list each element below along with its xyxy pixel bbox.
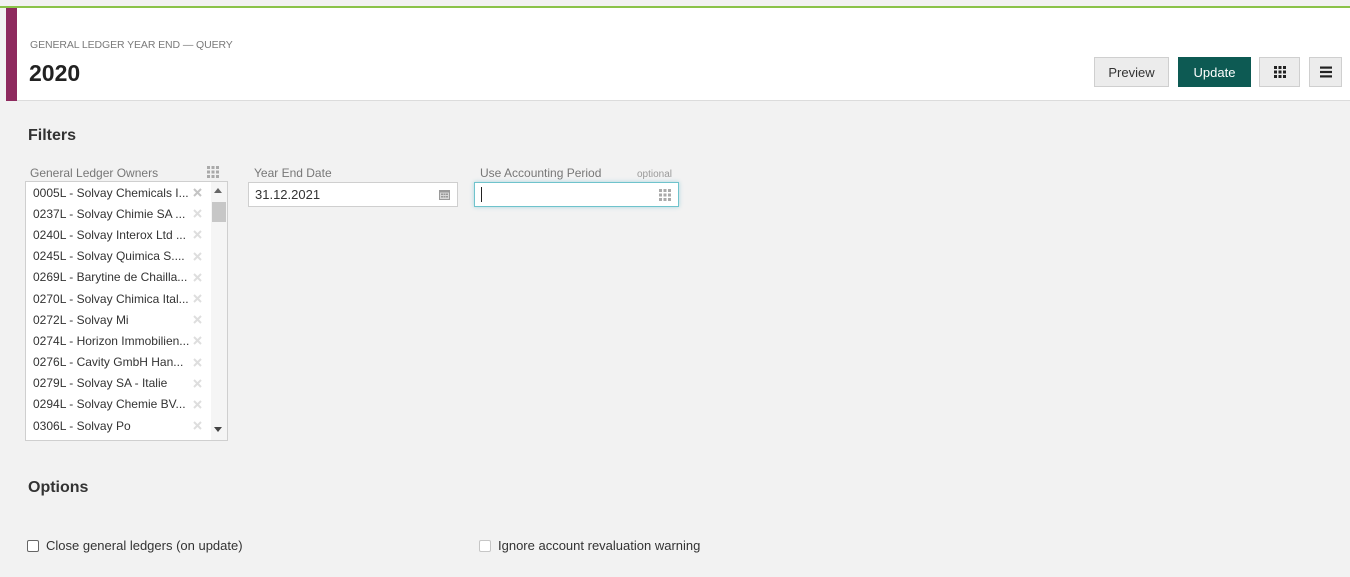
preview-button[interactable]: Preview	[1094, 57, 1169, 87]
remove-icon[interactable]	[192, 251, 203, 262]
list-item[interactable]: 0269L - Barytine de Chailla...	[26, 267, 211, 288]
owner-label: 0276L - Cavity GmbH Han...	[33, 355, 184, 370]
remove-icon[interactable]	[192, 272, 203, 283]
text-cursor	[481, 187, 482, 202]
grid-view-button[interactable]	[1259, 57, 1300, 87]
owner-label: 0270L - Solvay Chimica Ital...	[33, 291, 189, 306]
calendar-icon[interactable]	[439, 189, 450, 200]
owner-label: 0240L - Solvay Interox Ltd ...	[33, 227, 186, 242]
list-item[interactable]: 0272L - Solvay Mi	[26, 309, 211, 330]
list-item[interactable]: 0294L - Solvay Chemie BV...	[26, 394, 211, 415]
checkbox-box[interactable]	[27, 539, 39, 552]
owner-label: 0279L - Solvay SA - Italie	[33, 376, 168, 391]
optional-hint: optional	[637, 169, 673, 180]
list-item[interactable]: 0276L - Cavity GmbH Han...	[26, 352, 211, 373]
remove-icon[interactable]	[192, 208, 203, 219]
menu-button[interactable]	[1309, 57, 1342, 87]
owner-label: 0306L - Solvay Po	[33, 418, 131, 433]
owner-label: 0272L - Solvay Mi	[33, 312, 129, 327]
year-end-date-field[interactable]: 31.12.2021	[248, 182, 458, 207]
grid-icon[interactable]	[207, 166, 219, 178]
list-item[interactable]: 0274L - Horizon Immobilien...	[26, 330, 211, 351]
list-item[interactable]: 0270L - Solvay Chimica Ital...	[26, 288, 211, 309]
filters-section-title: Filters	[28, 127, 77, 144]
ignore-revaluation-checkbox[interactable]: Ignore account revaluation warning	[479, 538, 700, 553]
list-item[interactable]: 0240L - Solvay Interox Ltd ...	[26, 224, 211, 245]
remove-icon[interactable]	[192, 357, 203, 368]
owner-label: 0269L - Barytine de Chailla...	[33, 270, 188, 285]
year-end-date-label: Year End Date	[254, 166, 332, 180]
remove-icon[interactable]	[192, 293, 203, 304]
owner-label: 0005L - Solvay Chemicals I...	[33, 185, 189, 200]
list-item[interactable]: 0306L - Solvay Po	[26, 415, 211, 436]
accounting-period-label: Use Accounting Period	[480, 166, 602, 180]
general-ledger-owners-label: General Ledger Owners	[30, 166, 159, 180]
owner-label: 0274L - Horizon Immobilien...	[33, 333, 190, 348]
general-ledger-owners-list[interactable]: 0005L - Solvay Chemicals I... 0237L - Sol…	[25, 181, 228, 441]
grid-icon	[1273, 66, 1286, 78]
list-item[interactable]: 0005L - Solvay Chemicals I...	[26, 182, 211, 203]
list-item[interactable]: 0279L - Solvay SA - Italie	[26, 373, 211, 394]
options-section-title: Options	[28, 479, 89, 496]
scroll-up-arrow-icon[interactable]	[214, 188, 222, 193]
checkbox-box[interactable]	[479, 539, 491, 552]
accounting-period-input[interactable]	[474, 182, 679, 207]
list-item[interactable]: 0237L - Solvay Chimie SA ...	[26, 203, 211, 224]
update-button[interactable]: Update	[1178, 57, 1251, 87]
remove-icon[interactable]	[192, 335, 203, 346]
owners-list-scrollbar[interactable]	[211, 182, 227, 440]
owners-list-items: 0005L - Solvay Chemicals I... 0237L - Sol…	[26, 182, 211, 436]
hamburger-menu-icon	[1319, 66, 1332, 78]
year-end-date-value: 31.12.2021	[255, 187, 321, 202]
remove-icon[interactable]	[192, 378, 203, 389]
remove-icon[interactable]	[192, 420, 203, 431]
remove-icon[interactable]	[192, 229, 203, 240]
owner-label: 0245L - Solvay Quimica S....	[33, 249, 185, 264]
list-item[interactable]: 0245L - Solvay Quimica S....	[26, 246, 211, 267]
page-subtitle: GENERAL LEDGER YEAR END — QUERY	[30, 39, 233, 51]
owner-label: 0294L - Solvay Chemie BV...	[33, 397, 186, 412]
owner-label: 0237L - Solvay Chimie SA ...	[33, 206, 186, 221]
header-accent-bar	[6, 8, 17, 101]
remove-icon[interactable]	[192, 314, 203, 325]
grid-icon[interactable]	[659, 189, 671, 201]
ignore-revaluation-label: Ignore account revaluation warning	[498, 538, 701, 553]
page-header: GENERAL LEDGER YEAR END — QUERY 2020 Pre…	[6, 8, 1350, 101]
close-general-ledgers-label: Close general ledgers (on update)	[46, 538, 243, 553]
scrollbar-thumb[interactable]	[212, 202, 226, 222]
remove-icon[interactable]	[192, 399, 203, 410]
remove-icon[interactable]	[192, 187, 203, 198]
page-title: 2020	[29, 60, 81, 86]
close-general-ledgers-checkbox[interactable]: Close general ledgers (on update)	[27, 538, 243, 553]
scroll-down-arrow-icon[interactable]	[214, 427, 222, 432]
